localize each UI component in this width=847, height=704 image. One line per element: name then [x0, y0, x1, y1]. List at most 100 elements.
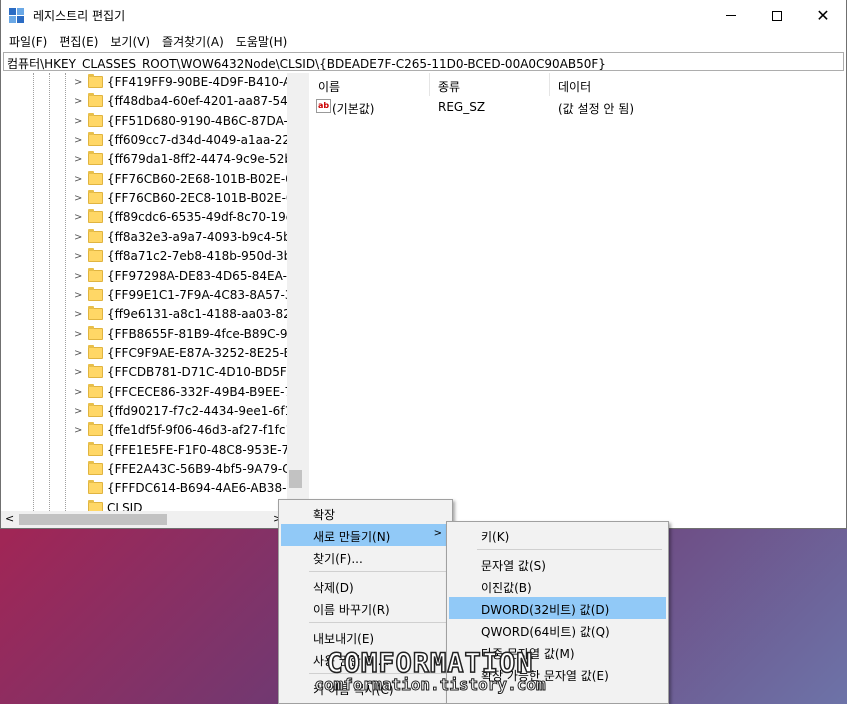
- tree-item[interactable]: > {FF51D680-9190-4B6C-87DA-00: [1, 112, 303, 131]
- value-row[interactable]: ab (기본값) REG_SZ (값 설정 안 됨): [310, 97, 840, 117]
- tree-item[interactable]: > {ff48dba4-60ef-4201-aa87-5410: [1, 92, 303, 111]
- submenu-item-qword[interactable]: QWORD(64비트) 값(Q): [449, 619, 666, 641]
- menu-item-new[interactable]: 새로 만들기(N) >: [281, 524, 450, 546]
- expand-chevron-icon[interactable]: >: [74, 251, 82, 262]
- tree-item[interactable]: > {FFCDB781-D71C-4D10-BD5F-04: [1, 363, 304, 382]
- registry-editor-window: 레지스트리 편집기 ✕ 파일(F) 편집(E) 보기(V) 즐겨찾기(A) 도움…: [0, 0, 847, 529]
- column-header-name[interactable]: 이름: [310, 73, 430, 96]
- folder-icon: [88, 112, 103, 127]
- menu-item-expand[interactable]: 확장: [281, 502, 450, 524]
- menu-item-rename[interactable]: 이름 바꾸기(R): [281, 597, 450, 619]
- tree-item[interactable]: > {ffd90217-f7c2-4434-9ee1-6f1b: [1, 402, 300, 421]
- tree-item[interactable]: > {FF76CB60-2E68-101B-B02E-040: [1, 170, 304, 189]
- menu-help[interactable]: 도움말(H): [230, 31, 294, 51]
- expand-chevron-icon[interactable]: >: [74, 309, 82, 320]
- tree-item[interactable]: {FFE2A43C-56B9-4bf5-9A79-CC: [1, 460, 299, 479]
- folder-icon: [88, 364, 103, 379]
- tree-item-label: {FFC9F9AE-E87A-3252-8E25-B22: [107, 345, 304, 360]
- tree-item[interactable]: > {FF419FF9-90BE-4D9F-B410-A78: [1, 73, 304, 92]
- registry-editor-icon: [9, 8, 25, 24]
- expand-chevron-icon[interactable]: >: [74, 232, 82, 243]
- column-header-data[interactable]: 데이터: [550, 73, 840, 96]
- submenu-item-binary[interactable]: 이진값(B): [449, 575, 666, 597]
- tree-item[interactable]: > {FF76CB60-2EC8-101B-B02E-040: [1, 189, 304, 208]
- expand-chevron-icon[interactable]: >: [74, 96, 82, 107]
- tree-item-label: {FFFDC614-B694-4AE6-AB38-5D: [107, 481, 304, 496]
- scrollbar-thumb[interactable]: [289, 470, 302, 488]
- expand-chevron-icon[interactable]: >: [74, 154, 82, 165]
- menu-bar: 파일(F) 편집(E) 보기(V) 즐겨찾기(A) 도움말(H): [1, 31, 846, 51]
- tree-item[interactable]: > {ff679da1-8ff2-4474-9c9e-52bb: [1, 150, 300, 169]
- tree-item-label: {FF51D680-9190-4B6C-87DA-00: [107, 113, 304, 128]
- title-bar[interactable]: 레지스트리 편집기 ✕: [1, 0, 846, 31]
- tree-item-label: {ff8a32e3-a9a7-4093-b9c4-5b5b: [107, 229, 304, 244]
- submenu-item-dword[interactable]: DWORD(32비트) 값(D): [449, 597, 666, 619]
- expand-chevron-icon[interactable]: >: [74, 116, 82, 127]
- menu-item-export[interactable]: 내보내기(E): [281, 626, 450, 648]
- menu-separator: [309, 622, 449, 623]
- expand-chevron-icon[interactable]: >: [74, 348, 82, 359]
- expand-chevron-icon[interactable]: >: [74, 135, 82, 146]
- submenu-item-key[interactable]: 키(K): [449, 524, 666, 546]
- tree-item[interactable]: > {FFCECE86-332F-49B4-B9EE-7FE: [1, 383, 304, 402]
- watermark: COMFORMATION comformation.tistory.com: [280, 647, 580, 694]
- expand-chevron-icon[interactable]: >: [74, 329, 82, 340]
- scrollbar-thumb[interactable]: [19, 514, 167, 525]
- tree-item[interactable]: > {ff89cdc6-6535-49df-8c70-19ea: [1, 208, 300, 227]
- folder-icon: [88, 190, 103, 205]
- column-header-type[interactable]: 종류: [430, 73, 550, 96]
- expand-chevron-icon[interactable]: >: [74, 77, 82, 88]
- tree-item-label: {FFE1E5FE-F1F0-48C8-953E-72B: [107, 442, 304, 457]
- expand-chevron-icon[interactable]: >: [74, 406, 82, 417]
- expand-chevron-icon[interactable]: >: [74, 271, 82, 282]
- expand-chevron-icon[interactable]: >: [74, 425, 82, 436]
- chevron-right-icon: >: [433, 528, 442, 539]
- menu-edit[interactable]: 편집(E): [53, 31, 104, 51]
- tree-vertical-scrollbar[interactable]: [287, 73, 304, 513]
- tree-item-label: {FFCECE86-332F-49B4-B9EE-7FE: [107, 384, 304, 399]
- tree-item[interactable]: > {ff609cc7-d34d-4049-a1aa-2293: [1, 131, 304, 150]
- tree-item[interactable]: {FFFDC614-B694-4AE6-AB38-5D: [1, 479, 303, 498]
- value-name: (기본값): [332, 102, 375, 116]
- expand-chevron-icon[interactable]: >: [74, 193, 82, 204]
- tree-item-label: {ff679da1-8ff2-4474-9c9e-52bb: [107, 152, 300, 167]
- menu-favorites[interactable]: 즐겨찾기(A): [156, 31, 230, 51]
- folder-icon: [88, 422, 103, 437]
- pane-splitter[interactable]: [304, 73, 309, 528]
- minimize-button[interactable]: [708, 0, 754, 31]
- folder-icon: [88, 306, 103, 321]
- menu-separator: [477, 549, 662, 550]
- submenu-item-string[interactable]: 문자열 값(S): [449, 553, 666, 575]
- tree-item[interactable]: > {ff8a71c2-7eb8-418b-950d-3b49: [1, 247, 304, 266]
- menu-view[interactable]: 보기(V): [104, 31, 156, 51]
- value-data: (값 설정 안 됨): [558, 102, 635, 116]
- folder-icon: [88, 228, 103, 243]
- tree-item[interactable]: > {ff9e6131-a8c1-4188-aa03-82e9: [1, 305, 304, 324]
- expand-chevron-icon[interactable]: >: [74, 387, 82, 398]
- tree-item[interactable]: > {FFB8655F-81B9-4fce-B89C-9A6: [1, 325, 303, 344]
- tree-item-label: {FFCDB781-D71C-4D10-BD5F-04: [107, 365, 304, 380]
- tree-item[interactable]: > {FF99E1C1-7F9A-4C83-8A57-30: [1, 286, 300, 305]
- menu-item-find[interactable]: 찾기(F)...: [281, 546, 450, 568]
- expand-chevron-icon[interactable]: >: [74, 174, 82, 185]
- maximize-icon: [772, 10, 782, 21]
- tree-item[interactable]: {FFE1E5FE-F1F0-48C8-953E-72B: [1, 441, 304, 460]
- menu-item-delete[interactable]: 삭제(D): [281, 575, 450, 597]
- tree-item[interactable]: > {FF97298A-DE83-4D65-84EA-82: [1, 267, 302, 286]
- tree-item[interactable]: > {ff8a32e3-a9a7-4093-b9c4-5b5b: [1, 228, 304, 247]
- value-type: REG_SZ: [438, 100, 486, 114]
- folder-icon: [88, 383, 103, 398]
- folder-icon: [88, 344, 103, 359]
- close-button[interactable]: ✕: [800, 0, 846, 31]
- menu-file[interactable]: 파일(F): [3, 31, 53, 51]
- tree-item[interactable]: > {ffe1df5f-9f06-46d3-af27-f1fc10: [1, 421, 301, 440]
- tree-item[interactable]: > {FFC9F9AE-E87A-3252-8E25-B22: [1, 344, 304, 363]
- expand-chevron-icon[interactable]: >: [74, 212, 82, 223]
- close-icon: ✕: [816, 5, 830, 25]
- expand-chevron-icon[interactable]: >: [74, 367, 82, 378]
- address-bar[interactable]: 컴퓨터\HKEY_CLASSES_ROOT\WOW6432Node\CLSID\…: [3, 52, 844, 71]
- expand-chevron-icon[interactable]: >: [74, 290, 82, 301]
- maximize-button[interactable]: [754, 0, 800, 31]
- scroll-left-icon[interactable]: <: [5, 512, 14, 525]
- tree-horizontal-scrollbar[interactable]: < >: [1, 511, 304, 528]
